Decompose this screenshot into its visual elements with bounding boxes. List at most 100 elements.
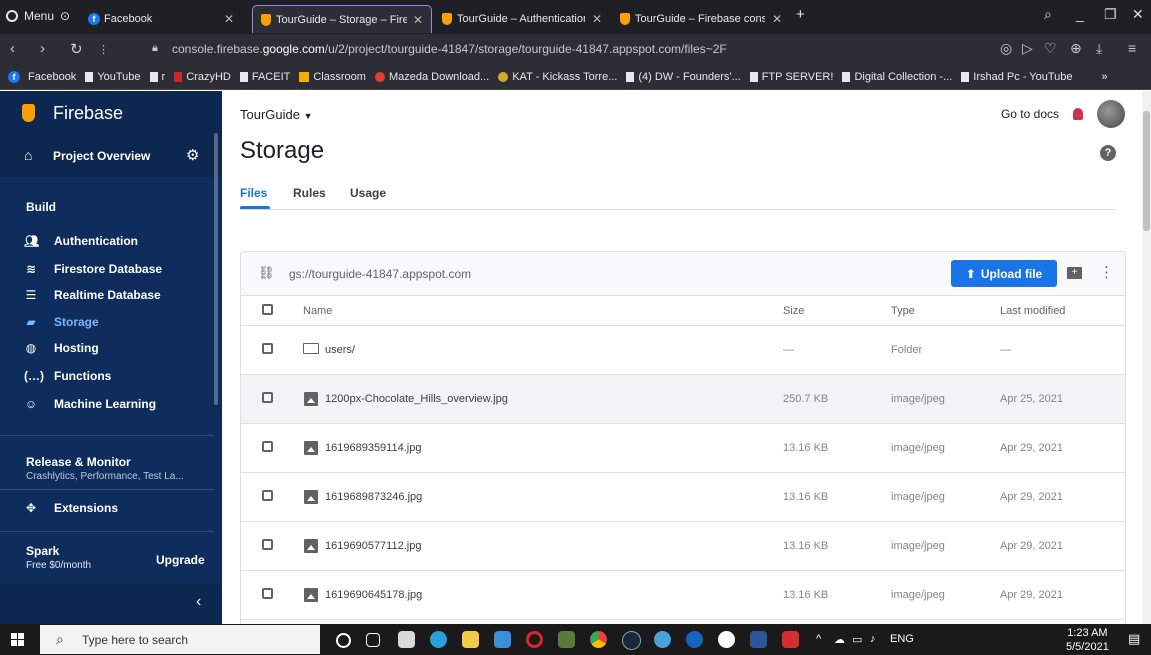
steam-icon[interactable] xyxy=(622,631,641,650)
easy-setup-icon[interactable]: ≡ xyxy=(1128,40,1136,56)
firebase-brand[interactable]: Firebase xyxy=(53,103,123,124)
sidebar-item-firestore[interactable]: ≋ Firestore Database xyxy=(24,262,162,276)
sidebar-item-hosting[interactable]: ◍ Hosting xyxy=(24,341,99,355)
bookmark-r[interactable]: r xyxy=(149,71,165,83)
restore-icon[interactable]: ❐ xyxy=(1104,6,1117,23)
bookmark-faceit[interactable]: FACEIT xyxy=(239,71,290,83)
sidebar-item-storage[interactable]: ▰ Storage xyxy=(24,315,98,329)
bookmark-facebook[interactable]: f Facebook xyxy=(8,70,76,83)
send-icon[interactable]: ▷ xyxy=(1022,40,1033,57)
row-checkbox[interactable] xyxy=(262,539,273,550)
reload-icon[interactable]: ↻ xyxy=(70,40,83,58)
release-monitor-title[interactable]: Release & Monitor xyxy=(26,455,131,469)
row-checkbox[interactable] xyxy=(262,441,273,452)
chrome-icon[interactable] xyxy=(590,631,607,648)
row-checkbox[interactable] xyxy=(262,343,273,354)
volume-icon[interactable]: ♪ xyxy=(870,633,876,645)
file-name[interactable]: 1200px-Chocolate_Hills_overview.jpg xyxy=(325,393,508,405)
speed-dial-icon[interactable]: ⋮ xyxy=(98,43,109,56)
taskbar-search-input[interactable]: Type here to search xyxy=(40,625,320,654)
column-size[interactable]: Size xyxy=(783,305,804,317)
task-view-icon[interactable] xyxy=(366,633,380,647)
file-name[interactable]: users/ xyxy=(325,344,355,356)
tab-storage[interactable]: TourGuide – Storage – Fireb ✕ xyxy=(252,5,432,33)
clock[interactable]: 1:23 AM 5/5/2021 xyxy=(1066,626,1109,654)
upgrade-button[interactable]: Upgrade xyxy=(156,553,205,567)
tab-rules[interactable]: Rules xyxy=(293,186,326,200)
go-to-docs-link[interactable]: Go to docs xyxy=(1001,107,1059,121)
bookmark-kat[interactable]: KAT - Kickass Torre... xyxy=(498,71,617,83)
network-icon[interactable]: ▭ xyxy=(852,633,862,646)
store-icon[interactable] xyxy=(398,631,415,648)
table-row[interactable]: 1200px-Chocolate_Hills_overview.jpg 250.… xyxy=(241,375,1125,424)
sidebar-scrollbar[interactable] xyxy=(214,133,218,405)
tab-files[interactable]: Files xyxy=(240,186,267,200)
back-icon[interactable]: ‹ xyxy=(10,40,15,57)
notifications-bell-icon[interactable] xyxy=(1073,108,1083,120)
sidebar-item-extensions[interactable]: ✥ Extensions xyxy=(24,501,118,515)
bookmark-youtube[interactable]: YouTube xyxy=(85,71,141,83)
new-tab-button[interactable]: + xyxy=(796,6,805,23)
notifications-icon[interactable]: ▤ xyxy=(1128,631,1140,647)
heart-icon[interactable]: ♡ xyxy=(1044,40,1057,57)
close-tab-icon[interactable]: ✕ xyxy=(407,13,423,27)
column-name[interactable]: Name xyxy=(303,305,332,317)
acrobat-icon[interactable] xyxy=(782,631,799,648)
bookmark-irshad-pc[interactable]: Irshad Pc - YouTube xyxy=(961,71,1073,83)
add-folder-icon[interactable]: + xyxy=(1067,267,1082,279)
file-name[interactable]: 1619689873246.jpg xyxy=(325,491,422,503)
browser-menu-button[interactable]: Menu xyxy=(6,9,54,23)
search-tabs-icon[interactable]: ⌕ xyxy=(1044,6,1052,23)
sidebar-item-realtime-database[interactable]: ☰ Realtime Database xyxy=(24,288,161,302)
url-field[interactable]: console.firebase.google.com/u/2/project/… xyxy=(172,42,727,56)
download-icon[interactable]: ⤓ xyxy=(1096,40,1102,57)
row-checkbox[interactable] xyxy=(262,392,273,403)
forward-icon[interactable]: › xyxy=(40,40,45,57)
scrollbar-thumb[interactable] xyxy=(1143,111,1150,231)
column-last-modified[interactable]: Last modified xyxy=(1000,305,1065,317)
tab-facebook[interactable]: f Facebook ✕ xyxy=(80,5,242,33)
help-icon[interactable]: ? xyxy=(1100,145,1116,161)
tab-usage[interactable]: Usage xyxy=(350,186,386,200)
table-row[interactable]: 1619690577112.jpg 13.16 KB image/jpeg Ap… xyxy=(241,522,1125,571)
table-row[interactable]: 1619689873246.jpg 13.16 KB image/jpeg Ap… xyxy=(241,473,1125,522)
table-row[interactable]: 1619689359114.jpg 13.16 KB image/jpeg Ap… xyxy=(241,424,1125,473)
cortana-icon[interactable] xyxy=(336,633,351,648)
more-options-icon[interactable]: ⋮ xyxy=(1099,263,1114,281)
minimize-icon[interactable]: _ xyxy=(1076,6,1084,22)
file-name[interactable]: 1619690645178.jpg xyxy=(325,589,422,601)
close-tab-icon[interactable]: ✕ xyxy=(218,12,234,26)
app-icon[interactable] xyxy=(686,631,703,648)
close-tab-icon[interactable]: ✕ xyxy=(766,12,782,26)
android-studio-icon[interactable] xyxy=(654,631,671,648)
project-selector[interactable]: TourGuide ▼ xyxy=(240,107,313,122)
file-name[interactable]: 1619690577112.jpg xyxy=(325,540,421,552)
mail-icon[interactable] xyxy=(494,631,511,648)
collapse-sidebar-icon[interactable]: ‹ xyxy=(196,593,201,611)
bookmark-mazeda[interactable]: Mazeda Download... xyxy=(374,71,489,83)
edge-icon[interactable] xyxy=(430,631,447,648)
bookmark-digital-collection[interactable]: Digital Collection -... xyxy=(842,71,952,83)
sidebar-item-authentication[interactable]: 👥︎ Authentication xyxy=(24,234,138,248)
project-overview-row[interactable]: ⌂ Project Overview ⚙ xyxy=(0,135,222,177)
tab-firebase-console[interactable]: TourGuide – Firebase consol ✕ xyxy=(612,5,790,33)
word-icon[interactable] xyxy=(750,631,767,648)
close-window-icon[interactable]: ✕ xyxy=(1132,6,1144,23)
snapshot-icon[interactable]: ◎ xyxy=(1000,40,1012,57)
row-checkbox[interactable] xyxy=(262,490,273,501)
tab-authentication[interactable]: TourGuide – Authentication ✕ xyxy=(434,5,610,33)
onedrive-icon[interactable]: ☁ xyxy=(834,633,845,646)
workspace-icon[interactable]: ⊙ xyxy=(60,9,70,23)
build-section-title[interactable]: Build xyxy=(26,200,56,214)
bookmark-classroom[interactable]: Classroom xyxy=(299,71,366,83)
close-tab-icon[interactable]: ✕ xyxy=(586,12,602,26)
vpn-icon[interactable]: ⊕ xyxy=(1070,40,1082,57)
more-bookmarks-icon[interactable]: » xyxy=(1102,71,1108,83)
upload-file-button[interactable]: ⬆ Upload file xyxy=(951,260,1057,287)
sidebar-item-functions[interactable]: (…) Functions xyxy=(24,369,111,383)
app-icon[interactable] xyxy=(718,631,735,648)
windows-start-icon[interactable] xyxy=(11,633,24,646)
select-all-checkbox[interactable] xyxy=(262,304,273,315)
bookmark-dw-founders[interactable]: (4) DW - Founders'... xyxy=(626,71,741,83)
row-checkbox[interactable] xyxy=(262,588,273,599)
